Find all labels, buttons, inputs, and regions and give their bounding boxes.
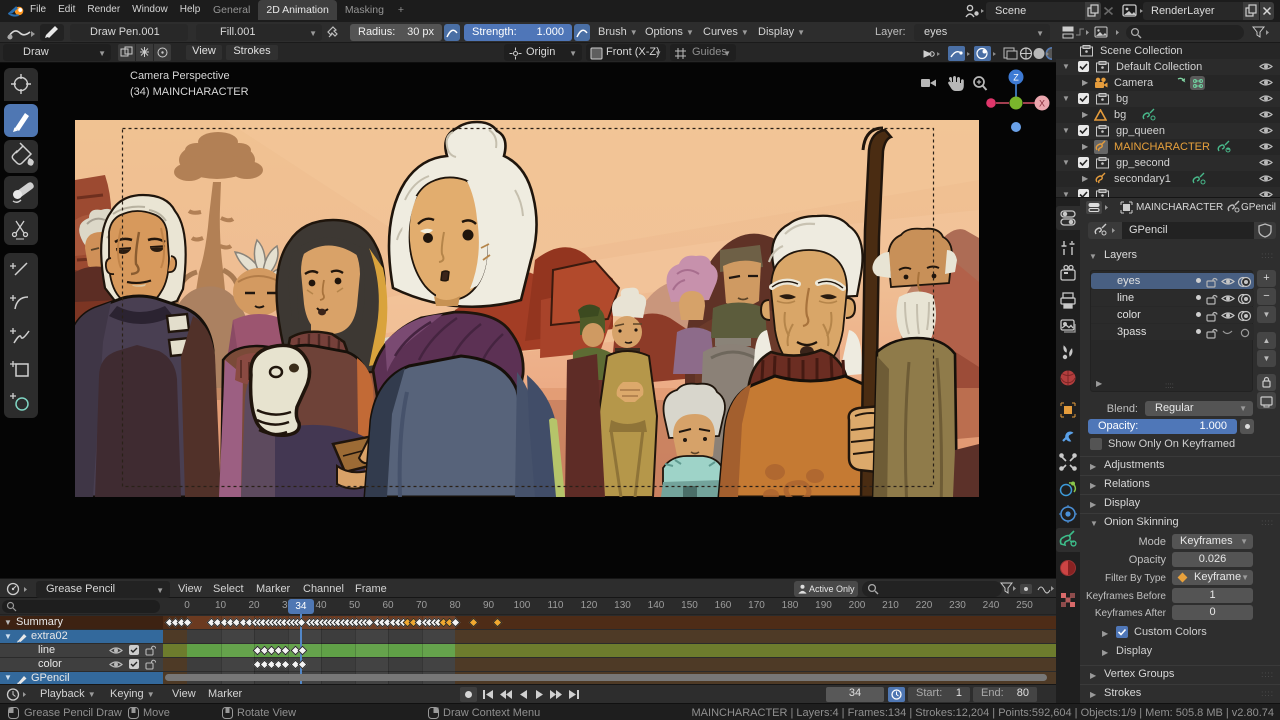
- svg-text:Z: Z: [1013, 73, 1019, 83]
- svg-text:X: X: [1039, 99, 1045, 109]
